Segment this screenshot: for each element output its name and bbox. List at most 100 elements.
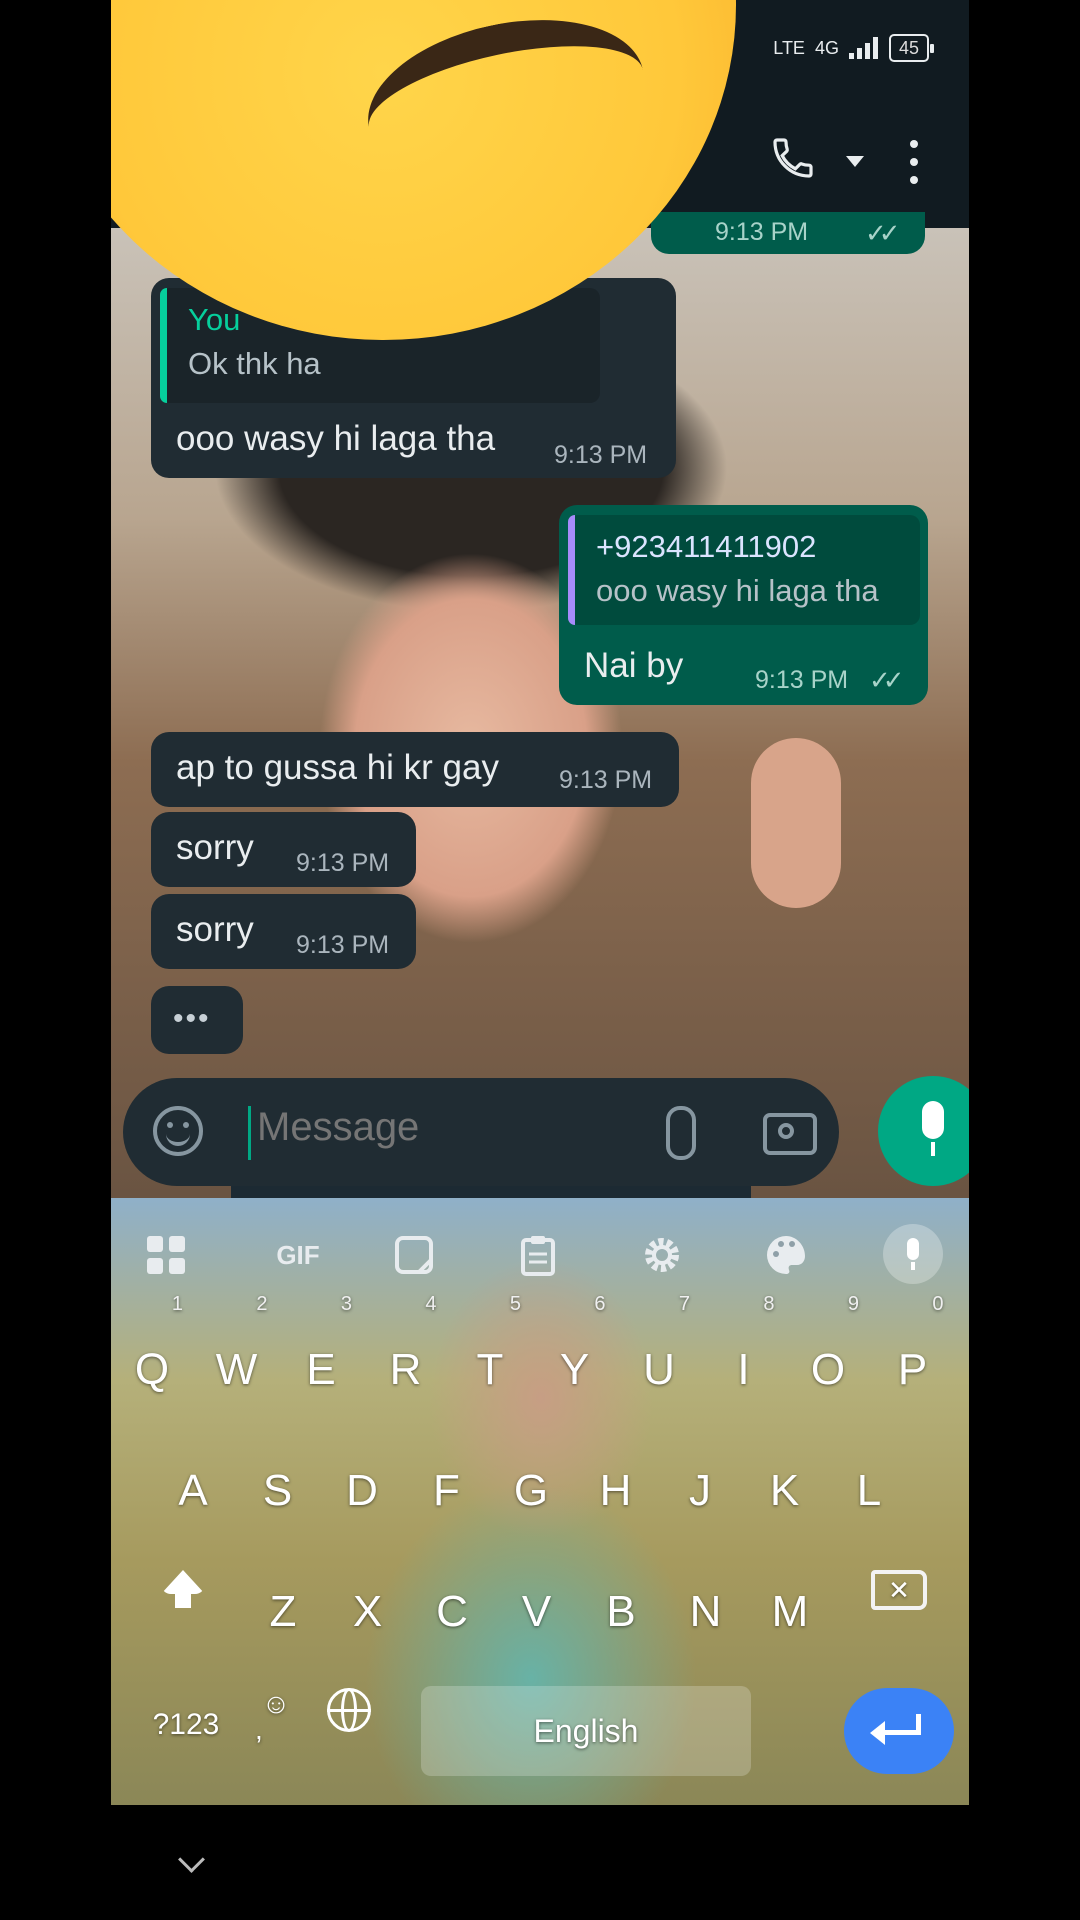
key-w[interactable]: W2: [200, 1294, 274, 1416]
quoted-message[interactable]: +923411411902 ooo wasy hi laga tha: [568, 515, 920, 625]
key-number-hint: 5: [509, 1293, 521, 1315]
message-time: 9:13 PM: [296, 849, 390, 877]
settings-icon[interactable]: [639, 1232, 685, 1278]
key-label: W: [215, 1345, 258, 1394]
sticker-emoji-button[interactable]: [153, 1106, 203, 1156]
key-label: T: [476, 1345, 504, 1394]
key-h[interactable]: H: [579, 1445, 653, 1537]
key-number-hint: 6: [594, 1293, 606, 1315]
key-i[interactable]: I8: [707, 1294, 781, 1416]
gif-button[interactable]: GIF: [263, 1232, 333, 1278]
message-text: ap to gussa hi kr gay: [176, 748, 499, 787]
message-time: 9:13 PM: [755, 666, 849, 694]
quote-text: Ok thk ha: [188, 346, 321, 381]
key-label: Y: [559, 1345, 590, 1394]
enter-key[interactable]: [844, 1688, 954, 1774]
incoming-message[interactable]: sorry 9:13 PM: [151, 894, 416, 969]
message-text: sorry: [176, 910, 254, 949]
key-j[interactable]: J: [663, 1445, 737, 1537]
message-composer: [123, 1078, 839, 1186]
key-label: D: [346, 1466, 378, 1515]
key-label: I: [737, 1345, 750, 1394]
key-v[interactable]: V: [500, 1566, 574, 1658]
soft-keyboard: GIF ✕ ?123 ☺ , English Q1W2E3R4T5Y6U7I8O…: [111, 1198, 969, 1805]
key-x[interactable]: X: [331, 1566, 405, 1658]
key-number-hint: 2: [256, 1293, 268, 1315]
space-key[interactable]: English: [421, 1686, 751, 1776]
key-number-hint: 4: [425, 1293, 437, 1315]
key-label: X: [352, 1587, 383, 1636]
emoji-key-icon: ☺: [261, 1688, 291, 1719]
clipboard-icon[interactable]: [515, 1232, 561, 1278]
key-c[interactable]: C: [415, 1566, 489, 1658]
incoming-message[interactable]: ap to gussa hi kr gay 9:13 PM: [151, 732, 679, 807]
typing-dots: •••: [173, 1002, 211, 1035]
text-caret: [248, 1106, 251, 1160]
shift-key[interactable]: [161, 1570, 205, 1608]
quote-text: ooo wasy hi laga tha: [596, 573, 879, 608]
key-n[interactable]: N: [669, 1566, 743, 1658]
key-number-hint: 1: [171, 1293, 183, 1315]
key-a[interactable]: A: [156, 1445, 230, 1537]
key-label: E: [306, 1345, 336, 1394]
key-d[interactable]: D: [325, 1445, 399, 1537]
message-text: ooo wasy hi laga tha: [176, 419, 496, 458]
key-label: N: [689, 1587, 722, 1636]
key-t[interactable]: T5: [453, 1294, 527, 1416]
message-text: Nai by: [584, 646, 684, 685]
key-label: L: [856, 1466, 882, 1515]
key-label: M: [771, 1587, 809, 1636]
key-label: F: [433, 1466, 460, 1515]
unamused-face-emoji: [111, 0, 736, 340]
sticker-icon[interactable]: [391, 1232, 437, 1278]
symbols-key[interactable]: ?123: [141, 1708, 231, 1742]
key-label: U: [643, 1345, 675, 1394]
key-m[interactable]: M: [753, 1566, 827, 1658]
key-number-hint: 3: [340, 1293, 352, 1315]
outgoing-message[interactable]: +923411411902 ooo wasy hi laga tha Nai b…: [559, 505, 928, 705]
hide-keyboard-chevron-icon[interactable]: [178, 1846, 205, 1873]
key-q[interactable]: Q1: [115, 1294, 189, 1416]
key-number-hint: 7: [678, 1293, 690, 1315]
key-p[interactable]: P0: [876, 1294, 950, 1416]
key-label: G: [513, 1466, 549, 1515]
key-e[interactable]: E3: [284, 1294, 358, 1416]
camera-icon[interactable]: [763, 1113, 817, 1155]
key-g[interactable]: G: [494, 1445, 568, 1537]
incoming-message[interactable]: sorry 9:13 PM: [151, 812, 416, 887]
key-label: A: [178, 1466, 208, 1515]
key-l[interactable]: L: [832, 1445, 906, 1537]
key-label: S: [262, 1466, 293, 1515]
key-number-hint: 9: [847, 1293, 859, 1315]
key-number-hint: 8: [763, 1293, 775, 1315]
language-globe-key[interactable]: [327, 1688, 371, 1732]
key-label: C: [436, 1587, 468, 1636]
key-y[interactable]: Y6: [538, 1294, 612, 1416]
theme-palette-icon[interactable]: [763, 1232, 809, 1278]
voice-input-icon[interactable]: [883, 1224, 943, 1284]
emoji-key[interactable]: ☺ ,: [251, 1688, 301, 1745]
key-b[interactable]: B: [584, 1566, 658, 1658]
message-input[interactable]: [255, 1104, 619, 1151]
key-label: Q: [134, 1345, 170, 1394]
message-time: 9:13 PM: [554, 441, 648, 469]
key-o[interactable]: O9: [791, 1294, 865, 1416]
key-label: J: [689, 1466, 711, 1515]
key-label: Z: [269, 1587, 297, 1636]
message-text: sorry: [176, 828, 254, 867]
key-s[interactable]: S: [241, 1445, 315, 1537]
key-u[interactable]: U7: [622, 1294, 696, 1416]
key-f[interactable]: F: [410, 1445, 484, 1537]
emoji-overlay: [111, 0, 969, 340]
key-r[interactable]: R4: [369, 1294, 443, 1416]
backspace-key[interactable]: ✕: [871, 1570, 927, 1610]
key-label: K: [769, 1466, 800, 1515]
message-time: 9:13 PM: [296, 931, 390, 959]
attach-icon[interactable]: [666, 1106, 696, 1160]
apps-grid-icon[interactable]: [143, 1232, 189, 1278]
key-label: R: [389, 1345, 422, 1394]
key-k[interactable]: K: [748, 1445, 822, 1537]
key-z[interactable]: Z: [246, 1566, 320, 1658]
key-label: V: [521, 1587, 552, 1636]
comma-key-label: ,: [255, 1714, 263, 1745]
